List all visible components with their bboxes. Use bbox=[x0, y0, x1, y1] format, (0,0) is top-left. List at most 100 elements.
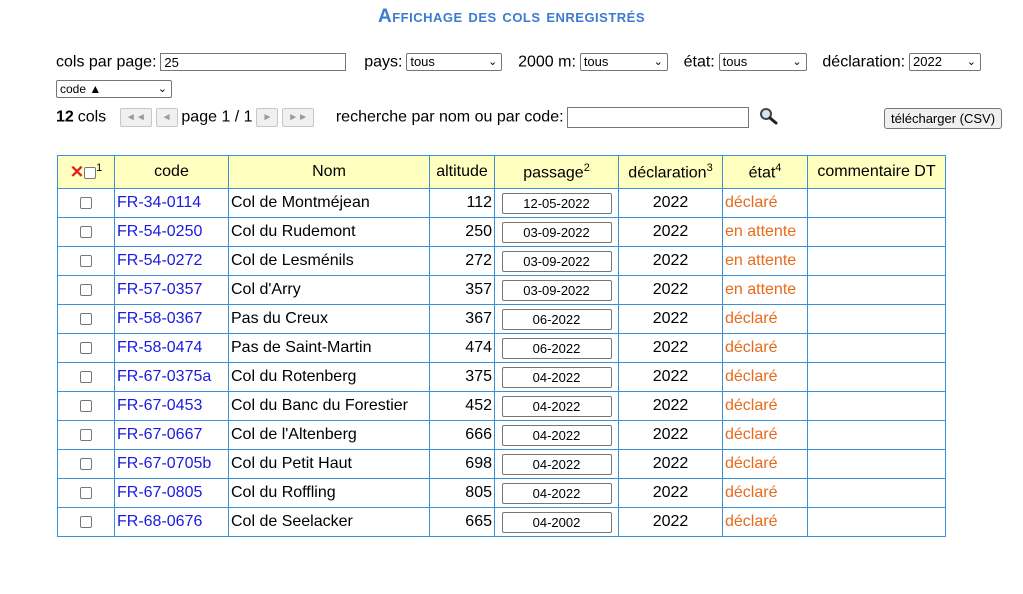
pays-select[interactable]: tous ⌄ bbox=[406, 53, 503, 72]
row-checkbox[interactable] bbox=[80, 283, 92, 296]
table-row: FR-58-0474 Pas de Saint-Martin 474 06-2022 2… bbox=[57, 333, 946, 363]
code-link[interactable]: FR-54-0250 bbox=[114, 217, 229, 247]
select-note: 1 bbox=[96, 161, 103, 174]
altitude-cell: 367 bbox=[429, 304, 495, 334]
code-link[interactable]: FR-67-0705b bbox=[114, 449, 229, 479]
nom-header[interactable]: Nom bbox=[228, 155, 430, 189]
nom-cell: Pas du Creux bbox=[228, 304, 430, 334]
select-all-checkbox[interactable] bbox=[84, 166, 97, 179]
row-select-cell bbox=[57, 449, 115, 479]
commentaire-cell bbox=[807, 420, 946, 450]
etat-value: tous bbox=[722, 54, 748, 70]
next-page-button[interactable]: ► bbox=[256, 108, 279, 127]
row-checkbox[interactable] bbox=[80, 312, 92, 325]
passage-header[interactable]: passage2 bbox=[494, 155, 619, 189]
declaration-header[interactable]: déclaration3 bbox=[618, 155, 723, 189]
altitude-header[interactable]: altitude bbox=[429, 155, 495, 189]
pays-value: tous bbox=[410, 54, 435, 70]
etat-cell: en attente bbox=[722, 217, 808, 247]
prev-page-button[interactable]: ◄ bbox=[155, 108, 178, 127]
passage-cell: 04-2002 bbox=[494, 507, 619, 537]
passage-input[interactable]: 03-09-2022 bbox=[501, 221, 612, 243]
row-select-cell bbox=[57, 391, 115, 421]
code-link[interactable]: FR-34-0114 bbox=[114, 188, 229, 218]
etat-header[interactable]: état4 bbox=[722, 155, 808, 189]
last-page-button[interactable]: ►► bbox=[282, 108, 315, 127]
code-link[interactable]: FR-54-0272 bbox=[114, 246, 229, 276]
row-select-cell bbox=[57, 275, 115, 305]
search-input[interactable] bbox=[567, 107, 750, 128]
passage-input[interactable]: 04-2022 bbox=[501, 482, 612, 504]
row-checkbox[interactable] bbox=[80, 428, 92, 441]
code-header[interactable]: code bbox=[114, 155, 229, 189]
row-select-cell bbox=[57, 362, 115, 392]
passage-input[interactable]: 03-09-2022 bbox=[501, 250, 612, 272]
first-page-button[interactable]: ◄◄ bbox=[119, 108, 152, 127]
passage-cell: 06-2022 bbox=[494, 333, 619, 363]
etat-cell: en attente bbox=[722, 275, 808, 305]
declaration-cell: 2022 bbox=[618, 507, 723, 537]
row-checkbox[interactable] bbox=[80, 457, 92, 470]
nom-cell: Col du Rudemont bbox=[228, 217, 430, 247]
chevron-down-icon: ⌄ bbox=[792, 56, 802, 69]
etat-cell: déclaré bbox=[722, 449, 808, 479]
nom-cell: Col du Petit Haut bbox=[228, 449, 430, 479]
row-select-cell bbox=[57, 333, 115, 363]
per-page-input[interactable]: 25 bbox=[160, 53, 347, 72]
declaration-select[interactable]: 2022 ⌄ bbox=[909, 53, 982, 72]
table-row: FR-58-0367 Pas du Creux 367 06-2022 2022 décl… bbox=[57, 304, 946, 334]
passage-input[interactable]: 06-2022 bbox=[501, 337, 612, 359]
code-link[interactable]: FR-67-0805 bbox=[114, 478, 229, 508]
passage-input[interactable]: 04-2002 bbox=[501, 511, 612, 533]
pays-label: pays: bbox=[364, 53, 403, 71]
code-link[interactable]: FR-68-0676 bbox=[114, 507, 229, 537]
etat-cell: déclaré bbox=[722, 420, 808, 450]
passage-input[interactable]: 04-2022 bbox=[501, 453, 612, 475]
row-checkbox[interactable] bbox=[80, 225, 92, 238]
table-row: FR-67-0453 Col du Banc du Forestier 452 04-… bbox=[57, 391, 946, 421]
passage-cell: 03-09-2022 bbox=[494, 275, 619, 305]
passage-input[interactable]: 06-2022 bbox=[501, 308, 612, 330]
row-checkbox[interactable] bbox=[80, 486, 92, 499]
row-select-cell bbox=[57, 246, 115, 276]
filter-bar: cols par page: 25 pays: tous ⌄ 2000 m: to… bbox=[56, 53, 982, 75]
row-checkbox[interactable] bbox=[80, 254, 92, 267]
sort-select[interactable]: code ▲ ⌄ bbox=[56, 80, 172, 99]
code-link[interactable]: FR-58-0474 bbox=[114, 333, 229, 363]
delete-x-icon[interactable]: ✕ bbox=[70, 162, 84, 181]
page-title: Affichage des cols enregistrés bbox=[377, 6, 646, 27]
row-checkbox[interactable] bbox=[80, 341, 92, 354]
m2000-select[interactable]: tous ⌄ bbox=[579, 53, 668, 72]
declaration-cell: 2022 bbox=[618, 449, 723, 479]
m2000-value: tous bbox=[583, 54, 609, 70]
commentaire-cell bbox=[807, 507, 946, 537]
code-link[interactable]: FR-67-0375a bbox=[114, 362, 229, 392]
code-link[interactable]: FR-67-0667 bbox=[114, 420, 229, 450]
passage-input[interactable]: 03-09-2022 bbox=[501, 279, 612, 301]
row-checkbox[interactable] bbox=[80, 196, 92, 209]
page-indicator: page 1 / 1 bbox=[181, 108, 253, 126]
row-checkbox[interactable] bbox=[80, 515, 92, 528]
nom-cell: Pas de Saint-Martin bbox=[228, 333, 430, 363]
passage-input[interactable]: 04-2022 bbox=[501, 366, 612, 388]
commentaire-cell bbox=[807, 449, 946, 479]
etat-select[interactable]: tous ⌄ bbox=[718, 53, 807, 72]
row-checkbox[interactable] bbox=[80, 399, 92, 412]
code-link[interactable]: FR-67-0453 bbox=[114, 391, 229, 421]
row-checkbox[interactable] bbox=[80, 370, 92, 383]
code-link[interactable]: FR-57-0357 bbox=[114, 275, 229, 305]
commentaire-cell bbox=[807, 304, 946, 334]
passage-input[interactable]: 04-2022 bbox=[501, 395, 612, 417]
search-icon[interactable] bbox=[759, 107, 779, 128]
passage-input[interactable]: 04-2022 bbox=[501, 424, 612, 446]
etat-cell: déclaré bbox=[722, 362, 808, 392]
passage-input[interactable]: 12-05-2022 bbox=[501, 192, 612, 214]
passage-cell: 12-05-2022 bbox=[494, 188, 619, 218]
row-select-cell bbox=[57, 478, 115, 508]
download-csv-button[interactable]: télécharger (CSV) bbox=[884, 108, 1003, 129]
etat-cell: déclaré bbox=[722, 304, 808, 334]
code-link[interactable]: FR-58-0367 bbox=[114, 304, 229, 334]
chevron-down-icon: ⌄ bbox=[653, 56, 663, 69]
declaration-note: 3 bbox=[706, 161, 713, 174]
commentaire-cell bbox=[807, 333, 946, 363]
